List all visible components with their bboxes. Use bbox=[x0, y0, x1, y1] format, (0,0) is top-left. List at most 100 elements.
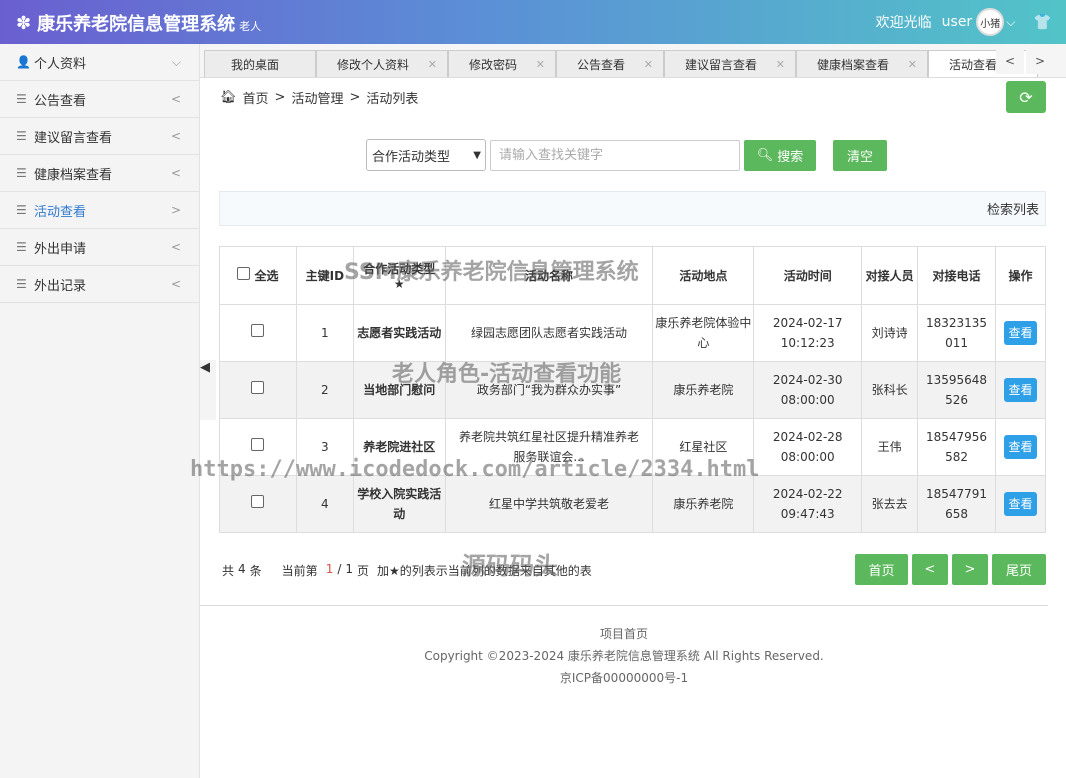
cell-name: 红星中学共筑敬老爱老 bbox=[444, 475, 654, 533]
search-input[interactable] bbox=[490, 140, 740, 171]
close-icon[interactable]: ✕ bbox=[644, 58, 653, 71]
pager-text: 共 bbox=[222, 564, 235, 578]
tab-notice[interactable]: 公告查看 ✕ bbox=[556, 50, 664, 77]
chevron-left-icon: < bbox=[170, 166, 181, 180]
cell-contact: 王伟 bbox=[861, 418, 919, 476]
tab-suggestion[interactable]: 建议留言查看 ✕ bbox=[664, 50, 796, 77]
sidebar-collapse-handle[interactable]: ◀ bbox=[200, 360, 216, 420]
tab-desktop[interactable]: 我的桌面 bbox=[204, 50, 316, 77]
breadcrumb: 🏠︎ 首页 > 活动管理 > 活动列表 bbox=[220, 88, 424, 107]
sidebar-item-suggestion[interactable]: ☰ 建议留言查看 < bbox=[0, 118, 199, 155]
breadcrumb-level2: 活动列表 bbox=[366, 92, 419, 107]
tab-label: 建议留言查看 bbox=[685, 58, 758, 72]
sidebar-item-profile[interactable]: 👤 个人资料 ⌵ bbox=[0, 44, 199, 81]
pager-text: 页 bbox=[357, 564, 370, 578]
sidebar-item-activity[interactable]: ☰ 活动查看 > bbox=[0, 192, 199, 229]
view-button[interactable]: 查看 bbox=[1004, 378, 1037, 402]
breadcrumb-home[interactable]: 首页 bbox=[243, 88, 269, 107]
refresh-icon: ⟳ bbox=[1019, 87, 1033, 107]
cell-type: 志愿者实践活动 bbox=[352, 304, 446, 362]
sidebar-item-label: 公告查看 bbox=[34, 93, 87, 109]
cell-phone: 18323135011 bbox=[917, 304, 996, 362]
search-button[interactable]: 🔍︎ 搜索 bbox=[744, 140, 816, 171]
tab-health[interactable]: 健康档案查看 ✕ bbox=[796, 50, 928, 77]
view-button[interactable]: 查看 bbox=[1004, 492, 1037, 516]
sidebar-item-notice[interactable]: ☰ 公告查看 < bbox=[0, 81, 199, 118]
refresh-button[interactable]: ⟳ bbox=[1006, 81, 1046, 113]
pager-text: / bbox=[337, 562, 342, 576]
sidebar-item-label: 健康档案查看 bbox=[34, 167, 113, 183]
cell-phone: 18547956582 bbox=[917, 418, 996, 476]
column-header-place[interactable]: 活动地点 bbox=[652, 246, 755, 305]
column-header-contact[interactable]: 对接人员 bbox=[861, 246, 919, 305]
top-header: ✽ 康乐养老院信息管理系统 老人 欢迎光临 user 小猪 ⌵ 👕 bbox=[0, 0, 1066, 44]
username[interactable]: user bbox=[942, 14, 973, 30]
chevron-down-icon[interactable]: ⌵ bbox=[1006, 15, 1015, 30]
search-icon: 🔍︎ bbox=[756, 148, 774, 163]
caret-left-icon: ◀ bbox=[200, 360, 210, 375]
theme-shirt-icon[interactable]: 👕 bbox=[1033, 13, 1052, 31]
tab-scroll-right-icon[interactable]: > bbox=[1026, 48, 1054, 74]
tab-edit-profile[interactable]: 修改个人资料 ✕ bbox=[316, 50, 448, 77]
column-header-phone[interactable]: 对接电话 bbox=[917, 246, 996, 305]
watermark-subtitle: 老人角色-活动查看功能 bbox=[392, 362, 622, 387]
tab-change-password[interactable]: 修改密码 ✕ bbox=[448, 50, 556, 77]
last-page-button[interactable]: 尾页 bbox=[992, 554, 1046, 585]
list-icon: ☰ bbox=[16, 203, 27, 217]
chevron-down-icon: ⌵ bbox=[171, 54, 181, 69]
row-checkbox[interactable] bbox=[251, 381, 265, 394]
tab-label: 修改个人资料 bbox=[337, 58, 410, 72]
welcome-text: 欢迎光临 bbox=[875, 15, 932, 31]
sidebar-item-outing-record[interactable]: ☰ 外出记录 < bbox=[0, 266, 199, 303]
pager-current: 1 bbox=[325, 562, 334, 576]
pager-text: 条 bbox=[249, 564, 262, 578]
cell-id: 4 bbox=[295, 475, 354, 533]
close-icon[interactable]: ✕ bbox=[428, 58, 437, 71]
cell-id: 2 bbox=[295, 361, 354, 419]
tab-label: 公告查看 bbox=[577, 58, 626, 72]
activity-table: 全选 主键ID 合作活动类型 ★ 活动名称 活动地点 活动时间 对接人员 对接电… bbox=[219, 246, 1047, 533]
cell-place: 康乐养老院 bbox=[652, 361, 755, 419]
row-checkbox[interactable] bbox=[251, 495, 265, 508]
sidebar-item-label: 外出申请 bbox=[34, 241, 87, 257]
clear-button[interactable]: 清空 bbox=[833, 140, 887, 171]
view-button[interactable]: 查看 bbox=[1004, 435, 1037, 459]
sidebar: 👤 个人资料 ⌵ ☰ 公告查看 < ☰ 建议留言查看 < ☰ 健康档案查看 < … bbox=[0, 44, 200, 778]
prev-page-button[interactable]: < bbox=[912, 554, 948, 585]
sidebar-item-health[interactable]: ☰ 健康档案查看 < bbox=[0, 155, 199, 192]
first-page-button[interactable]: 首页 bbox=[855, 554, 908, 585]
column-header-time[interactable]: 活动时间 bbox=[753, 246, 863, 305]
sidebar-item-outing-apply[interactable]: ☰ 外出申请 < bbox=[0, 229, 199, 266]
breadcrumb-level1[interactable]: 活动管理 bbox=[291, 88, 343, 107]
select-value: 合作活动类型 bbox=[372, 149, 451, 165]
list-icon: ☰ bbox=[16, 277, 27, 291]
next-page-button[interactable]: > bbox=[952, 554, 988, 585]
footer-divider bbox=[200, 605, 1048, 606]
select-all-label: 全选 bbox=[254, 269, 279, 283]
watermark-brand: 源码码头 bbox=[462, 552, 558, 580]
tab-label: 我的桌面 bbox=[231, 58, 280, 72]
select-all-checkbox[interactable] bbox=[237, 267, 251, 280]
avatar[interactable]: 小猪 bbox=[976, 8, 1005, 36]
row-checkbox[interactable] bbox=[251, 438, 265, 451]
close-icon[interactable]: ✕ bbox=[908, 58, 917, 71]
chevron-right-icon: > bbox=[170, 203, 181, 217]
sidebar-item-label: 建议留言查看 bbox=[34, 130, 113, 146]
panel-title: 检索列表 bbox=[986, 203, 1039, 218]
breadcrumb-sep: > bbox=[274, 90, 286, 105]
select-all-header[interactable]: 全选 bbox=[219, 246, 297, 305]
cell-type: 学校入院实践活动 bbox=[352, 475, 446, 533]
close-icon[interactable]: ✕ bbox=[776, 58, 785, 71]
close-icon[interactable]: ✕ bbox=[536, 58, 545, 71]
row-checkbox[interactable] bbox=[251, 324, 265, 337]
cell-phone: 18547791658 bbox=[917, 475, 996, 533]
pager-text: 当前第 bbox=[281, 564, 318, 578]
footer-home-link[interactable]: 项目首页 bbox=[200, 625, 1048, 642]
breadcrumb-sep: > bbox=[349, 90, 361, 105]
tab-scroll-left-icon[interactable]: < bbox=[996, 48, 1024, 74]
cell-time: 2024-02-22 09:47:43 bbox=[753, 475, 863, 533]
cell-contact: 张科长 bbox=[861, 361, 919, 419]
list-icon: ☰ bbox=[16, 92, 27, 106]
view-button[interactable]: 查看 bbox=[1004, 321, 1037, 345]
search-field-select[interactable]: 合作活动类型 ▼ bbox=[366, 139, 486, 171]
